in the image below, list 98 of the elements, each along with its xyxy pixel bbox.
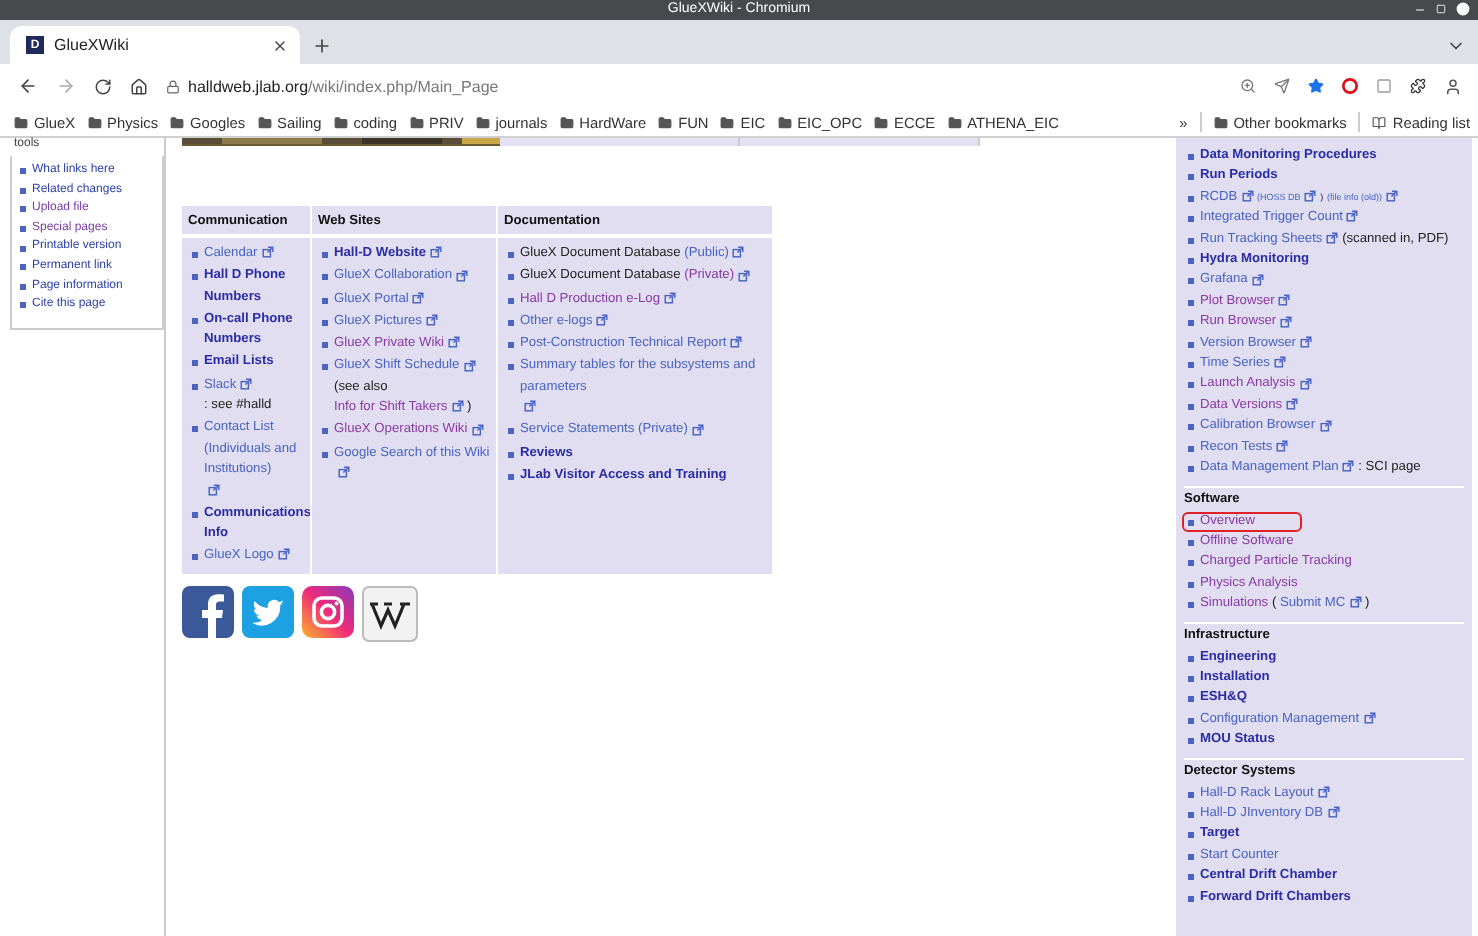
folder-icon bbox=[559, 115, 574, 129]
folder-icon bbox=[409, 115, 424, 129]
tab-label: GlueXWiki bbox=[54, 36, 131, 54]
list-bullet bbox=[1188, 539, 1194, 546]
list-bullet bbox=[20, 264, 26, 271]
list-bullet bbox=[1188, 895, 1194, 902]
list-bullet bbox=[508, 342, 514, 349]
list-bullet bbox=[322, 252, 328, 258]
list-bullet bbox=[192, 274, 198, 281]
url-field[interactable]: halldweb.jlab.org/wiki/index.php/Main_Page bbox=[188, 77, 1222, 95]
book-icon bbox=[1372, 115, 1387, 129]
list-bullet bbox=[192, 511, 198, 518]
back-icon[interactable] bbox=[18, 76, 38, 96]
lock-icon bbox=[166, 79, 180, 93]
list-bullet bbox=[1188, 581, 1194, 588]
list-bullet bbox=[20, 206, 26, 213]
home-icon[interactable] bbox=[130, 77, 148, 95]
facebook-icon[interactable] bbox=[182, 586, 234, 639]
bird-icon[interactable] bbox=[242, 586, 294, 639]
list-bullet bbox=[20, 245, 26, 252]
send-icon[interactable] bbox=[1274, 78, 1290, 94]
list-bullet bbox=[1188, 195, 1194, 202]
list-bullet bbox=[192, 252, 198, 258]
list-bullet bbox=[20, 283, 26, 290]
list-bullet bbox=[20, 168, 26, 175]
list-bullet bbox=[1188, 382, 1194, 389]
list-bullet bbox=[1188, 258, 1194, 265]
list-bullet bbox=[1188, 403, 1194, 410]
list-bullet bbox=[1188, 299, 1194, 306]
list-bullet bbox=[1188, 320, 1194, 327]
list-bullet bbox=[1188, 362, 1194, 369]
list-bullet bbox=[1188, 216, 1194, 223]
list-bullet bbox=[508, 428, 514, 435]
reload-icon[interactable] bbox=[94, 77, 112, 95]
list-bullet bbox=[1188, 519, 1194, 525]
list-bullet bbox=[1188, 874, 1194, 881]
list-bullet bbox=[1188, 445, 1194, 452]
folder-icon bbox=[1213, 115, 1228, 129]
maximize-icon[interactable] bbox=[1436, 4, 1446, 14]
list-bullet bbox=[508, 364, 514, 371]
folder-icon bbox=[874, 115, 889, 129]
list-bullet bbox=[1188, 811, 1194, 818]
list-bullet bbox=[1188, 174, 1194, 181]
list-bullet bbox=[192, 317, 198, 324]
camera-icon[interactable] bbox=[302, 586, 354, 639]
profile-icon[interactable] bbox=[1444, 77, 1462, 95]
folder-icon bbox=[170, 115, 185, 129]
list-bullet bbox=[508, 252, 514, 258]
folder-icon bbox=[475, 115, 490, 129]
list-bullet bbox=[508, 297, 514, 304]
folder-icon bbox=[777, 115, 792, 129]
puzzle-icon[interactable] bbox=[1410, 78, 1426, 94]
list-bullet bbox=[192, 554, 198, 561]
list-bullet bbox=[1188, 675, 1194, 682]
list-bullet bbox=[1188, 560, 1194, 567]
ring-icon[interactable] bbox=[1342, 78, 1358, 94]
list-bullet bbox=[322, 428, 328, 435]
list-bullet bbox=[1188, 853, 1194, 860]
zoom-icon[interactable] bbox=[1240, 78, 1256, 94]
list-bullet bbox=[20, 187, 26, 194]
list-bullet bbox=[508, 473, 514, 480]
list-bullet bbox=[1188, 154, 1194, 160]
list-bullet bbox=[20, 226, 26, 233]
list-bullet bbox=[508, 274, 514, 281]
list-bullet bbox=[1188, 602, 1194, 609]
wikipedia-icon[interactable] bbox=[362, 586, 418, 643]
list-bullet bbox=[192, 426, 198, 433]
list-bullet bbox=[322, 297, 328, 304]
folder-icon bbox=[333, 115, 348, 129]
list-bullet bbox=[1188, 424, 1194, 431]
folder-icon bbox=[658, 115, 673, 129]
folder-icon bbox=[87, 115, 102, 129]
list-bullet bbox=[1188, 466, 1194, 473]
list-bullet bbox=[1188, 278, 1194, 285]
list-bullet bbox=[192, 383, 198, 390]
list-bullet bbox=[322, 342, 328, 349]
list-bullet bbox=[192, 360, 198, 367]
list-bullet bbox=[322, 319, 328, 326]
list-bullet bbox=[1188, 341, 1194, 348]
list-bullet bbox=[1188, 738, 1194, 745]
folder-icon bbox=[14, 115, 28, 129]
list-bullet bbox=[1188, 717, 1194, 724]
list-bullet bbox=[322, 364, 328, 371]
list-bullet bbox=[20, 302, 26, 309]
list-bullet bbox=[1188, 791, 1194, 798]
list-bullet bbox=[508, 319, 514, 326]
folder-icon bbox=[720, 115, 735, 129]
list-bullet bbox=[1188, 237, 1194, 244]
folder-icon bbox=[947, 115, 962, 129]
list-bullet bbox=[1188, 696, 1194, 703]
star-icon[interactable] bbox=[1308, 78, 1324, 94]
list-bullet bbox=[322, 451, 328, 458]
folder-icon bbox=[257, 115, 272, 129]
list-bullet bbox=[508, 451, 514, 458]
list-bullet bbox=[1188, 832, 1194, 839]
list-bullet bbox=[322, 274, 328, 281]
list-bullet bbox=[1188, 655, 1194, 662]
minimize-icon[interactable] bbox=[1414, 3, 1426, 15]
